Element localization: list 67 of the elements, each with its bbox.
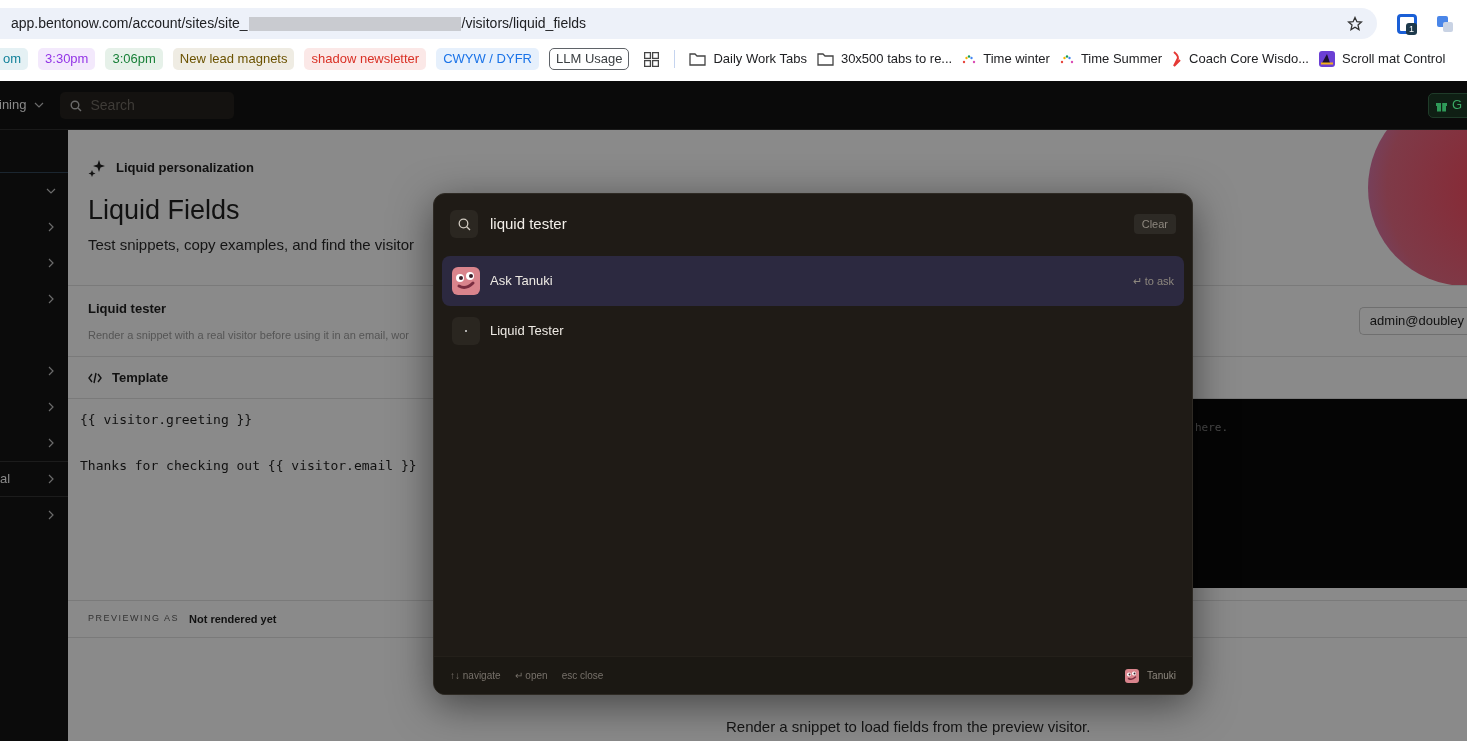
apps-grid-icon[interactable] [644,51,660,67]
chevron-icon [46,438,56,448]
tanuki-logo-icon [1125,668,1140,683]
folder-icon [689,52,707,66]
result-hint: ↵ to ask [1132,273,1174,289]
url-text: /visitors/liquid_fields [461,14,588,33]
bookmark-chip[interactable]: CWYW / DYFR [436,48,539,70]
chevron-icon [46,474,56,484]
visitor-select[interactable]: admin@doubley [1358,307,1467,335]
dots-icon [1059,54,1074,64]
workspace-name[interactable]: ining [0,95,27,115]
shortcut-hint: esc close [561,669,604,683]
swoosh-icon [1172,51,1183,67]
folder-icon [816,52,834,66]
result-item[interactable]: Liquid Tester [442,306,1184,356]
preview-label: PREVIEWING AS [88,612,180,626]
chevron-icon [46,186,56,196]
shortcut-hint: ↵ open [514,669,548,683]
bookmark-link[interactable]: Daily Work Tabs [689,49,807,69]
chevron-icon [46,402,56,412]
result-item[interactable]: Ask Tanuki ↵ to ask [442,256,1184,306]
bookmark-chip[interactable]: om [0,48,29,70]
section-title: Template [112,368,169,387]
bookmark-chip[interactable]: New lead magnets [172,48,295,70]
page-title: Liquid Fields [88,193,241,227]
palette-search-input[interactable]: liquid tester [490,212,1122,236]
output-text: here. [1195,421,1229,434]
bookmark-link[interactable]: 30x500 tabs to re... [816,49,953,69]
bookmark-chip[interactable]: 3:30pm [38,48,96,70]
empty-state-text: Render a snippet to load fields from the preview visitor. [726,716,1091,737]
translate-icon[interactable] [1437,15,1453,32]
bookmark-link[interactable]: Coach Core Wisdo... [1172,49,1309,69]
chevron-icon [46,366,56,376]
gift-button[interactable]: G [1427,92,1467,118]
search-icon [70,99,83,112]
shortcut-hint: ↑↓ navigate [450,669,501,683]
preview-value: Not rendered yet [189,611,277,627]
chevron-icon [46,510,56,520]
tanuki-avatar-icon [452,267,480,295]
sparkle-icon [88,158,106,177]
result-label: Liquid Tester [490,322,565,341]
chevron-icon [46,258,56,268]
section-title: Liquid tester [88,300,167,318]
result-label: Ask Tanuki [490,272,554,291]
clear-button[interactable]: Clear [1133,214,1176,234]
search-icon [450,210,478,238]
dots-icon [962,54,977,64]
extension-badge: 1 [1406,22,1417,35]
url-text: app.bentonow.com/account/sites/site_ [11,14,248,33]
bookmark-link[interactable]: Scroll mat Control [1319,49,1446,69]
bookmark-chip[interactable]: LLM Usage [549,48,630,70]
chevron-icon [34,100,45,110]
bookmark-chip[interactable]: 3:06pm [105,48,163,70]
page-subtitle: Test snippets, copy examples, and find the visitor [88,234,414,255]
address-bar[interactable]: app.bentonow.com/account/sites/site_ /visitors/liquid_fields [0,8,1377,39]
chevron-icon [46,294,56,304]
bookmark-chip[interactable]: shadow newsletter [304,48,427,70]
eyebrow-text: Liquid personalization [116,159,254,177]
wizard-hat-icon [1319,51,1335,67]
sidebar-label: al [0,470,11,489]
bookmark-link[interactable]: Time winter [962,49,1050,69]
brand-label: Tanuki [1147,669,1176,683]
code-icon [88,371,102,384]
chevron-icon [46,222,56,232]
bookmark-link[interactable]: Time Summer [1059,49,1163,69]
star-icon[interactable] [1347,15,1363,32]
extension-icon[interactable]: 1 [1397,13,1417,34]
